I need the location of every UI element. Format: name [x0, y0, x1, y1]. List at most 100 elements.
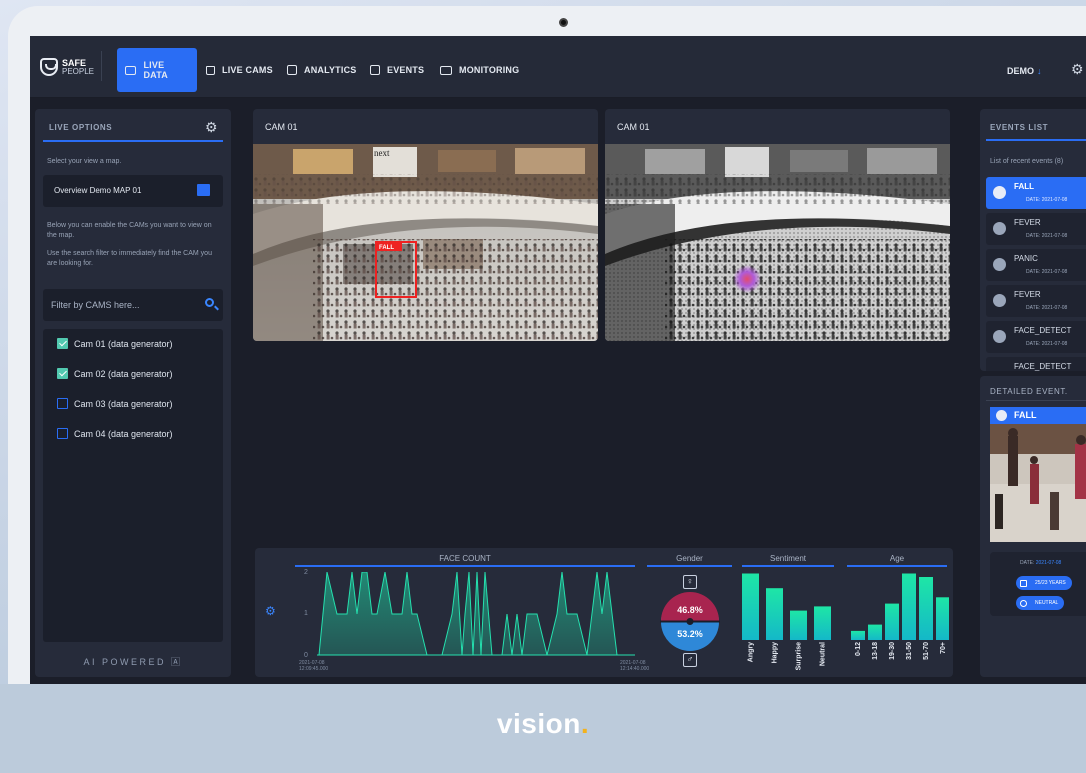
home-icon — [206, 65, 215, 75]
screen-icon — [125, 65, 137, 75]
event-snapshot-image[interactable] — [990, 424, 1086, 542]
settings-gear-icon[interactable]: ⚙ — [1071, 61, 1084, 78]
select-map-text: Select your view a map. — [47, 158, 122, 165]
sentiment-title: Sentiment — [769, 554, 807, 563]
nav-separator — [101, 51, 102, 81]
y-tick: 1 — [304, 610, 308, 617]
snapshot-scene — [990, 424, 1086, 542]
x-start-label: 2021-07-08 12:09:45.000 — [299, 660, 329, 672]
arrow-down-icon: ↓ — [1037, 66, 1042, 76]
cam-label: Cam 03 (data generator) — [74, 398, 173, 409]
options-gear-icon[interactable]: ⚙ — [205, 119, 218, 136]
bar-angry — [742, 573, 759, 640]
female-icon: ♀ — [683, 575, 697, 589]
live-options-panel: LIVE OPTIONS ⚙ Select your view a map. O… — [35, 109, 231, 677]
face-count-chart — [317, 572, 635, 656]
section-underline — [647, 565, 732, 567]
bar-label: Neutral — [820, 642, 827, 666]
cam-item[interactable]: Cam 03 (data generator) — [57, 398, 173, 409]
event-item[interactable]: FACE_DETECT — [986, 357, 1086, 371]
cam-filter-input[interactable]: Filter by CAMS here... — [43, 289, 223, 321]
checkbox-unchecked[interactable] — [57, 428, 68, 439]
female-percent: 46.8% — [677, 605, 703, 615]
cam-list: Cam 01 (data generator) Cam 02 (data gen… — [43, 329, 223, 642]
face-count-title: FACE COUNT — [439, 554, 491, 563]
bar-label: 0-12 — [855, 642, 862, 656]
events-list-panel: EVENTS LIST List of recent events (8) FA… — [980, 109, 1086, 371]
user-name: DEMO — [1007, 66, 1034, 76]
nav-item-events[interactable]: EVENTS — [370, 48, 424, 92]
event-banner: FALL — [990, 407, 1086, 424]
event-item[interactable]: FACE_DETECT DATE: 2021-07-08 — [986, 321, 1086, 353]
panel-title: DETAILED EVENT. — [990, 387, 1068, 396]
checkbox-checked[interactable] — [57, 338, 68, 349]
male-percent: 53.2% — [677, 629, 703, 639]
event-item[interactable]: FEVER DATE: 2021-07-08 — [986, 213, 1086, 245]
bar-label: 51-70 — [923, 642, 930, 660]
y-tick: 0 — [304, 652, 308, 659]
nav-label: MONITORING — [459, 65, 520, 75]
nav-item-analytics[interactable]: ANALYTICS — [287, 48, 356, 92]
event-item[interactable]: FEVER DATE: 2021-07-08 — [986, 285, 1086, 317]
app-screen: SAFE PEOPLE LIVE DATA LIVE CAMS ANALYTIC… — [30, 36, 1086, 684]
event-item[interactable]: PANIC DATE: 2021-07-08 — [986, 249, 1086, 281]
checkbox-checked[interactable] — [57, 368, 68, 379]
bar-51-70 — [919, 577, 933, 640]
events-count-text: List of recent events (8) — [990, 158, 1064, 165]
checkbox-unchecked[interactable] — [57, 398, 68, 409]
cam-feed-image[interactable] — [605, 144, 950, 341]
event-date: DATE: 2021-07-08 — [1020, 560, 1062, 566]
sentiment-pill: NEUTRAL — [1016, 596, 1065, 610]
bar-label: Angry — [748, 642, 755, 662]
nav-item-live-cams[interactable]: LIVE CAMS — [206, 48, 273, 92]
fall-icon — [996, 410, 1007, 421]
mall-scene-image: next FALL — [253, 144, 598, 341]
event-details-box: DATE: 2021-07-08 25/23 YEARS NEUTRAL — [990, 552, 1086, 616]
nav-label: LIVE CAMS — [222, 65, 273, 75]
brand-wordmark: vision. — [496, 708, 590, 739]
bar-label: 31-50 — [906, 642, 913, 660]
user-menu[interactable]: DEMO ↓ — [1007, 66, 1042, 76]
store-sign: next — [374, 148, 390, 158]
bar-label: 70+ — [940, 642, 947, 654]
cam-panel-heatmap: CAM 01 — [605, 109, 950, 341]
map-selected-value: Overview Demo MAP 01 — [54, 186, 142, 195]
analytics-gear-icon[interactable]: ⚙ — [265, 604, 276, 618]
map-selector[interactable]: Overview Demo MAP 01 — [43, 175, 223, 207]
cam-feed-image[interactable]: next FALL — [253, 144, 598, 341]
y-tick: 2 — [304, 569, 308, 576]
cam-label: Cam 02 (data generator) — [74, 368, 173, 379]
title-underline — [986, 139, 1086, 141]
title-underline — [43, 140, 223, 142]
panel-title: LIVE OPTIONS — [49, 123, 113, 132]
bar-0-12 — [851, 630, 865, 640]
title-underline — [986, 400, 1086, 401]
face-detect-icon — [993, 330, 1006, 343]
cam-item[interactable]: Cam 04 (data generator) — [57, 428, 173, 439]
brain-icon: 🄰 — [171, 657, 183, 667]
cam-item[interactable]: Cam 02 (data generator) — [57, 368, 173, 379]
section-underline — [295, 565, 635, 567]
cam-title: CAM 01 — [265, 122, 298, 132]
nav-label: LIVE DATA — [143, 60, 168, 80]
x-end-label: 2021-07-08 12:14:40.000 — [620, 660, 650, 672]
event-item-selected[interactable]: FALL DATE: 2021-07-08 — [986, 177, 1086, 209]
gender-title: Gender — [676, 554, 703, 563]
sentiment-bar-chart: Angry Happy Surprise Neutral — [742, 573, 831, 670]
nav-item-live-data[interactable]: LIVE DATA — [117, 48, 197, 92]
top-nav: SAFE PEOPLE LIVE DATA LIVE CAMS ANALYTIC… — [30, 36, 1086, 98]
panic-icon — [993, 258, 1006, 271]
age-pill: 25/23 YEARS — [1016, 576, 1072, 590]
bar-31-50 — [902, 573, 916, 640]
nav-item-monitoring[interactable]: MONITORING — [440, 48, 519, 92]
filter-placeholder: Filter by CAMS here... — [51, 300, 140, 310]
detailed-event-panel: DETAILED EVENT. FALL DATE: 2021-07-08 25… — [980, 376, 1086, 677]
chart-icon — [287, 65, 297, 75]
bar-label: Happy — [772, 642, 779, 664]
analytics-panel: ⚙ FACE COUNT 2 1 0 2021-07-08 12:09:45.00… — [255, 548, 953, 677]
cam-item[interactable]: Cam 01 (data generator) — [57, 338, 173, 349]
bar-70- — [936, 597, 949, 640]
app-logo[interactable]: SAFE PEOPLE — [40, 58, 94, 76]
search-icon[interactable] — [205, 298, 214, 307]
calendar-icon — [370, 65, 380, 75]
